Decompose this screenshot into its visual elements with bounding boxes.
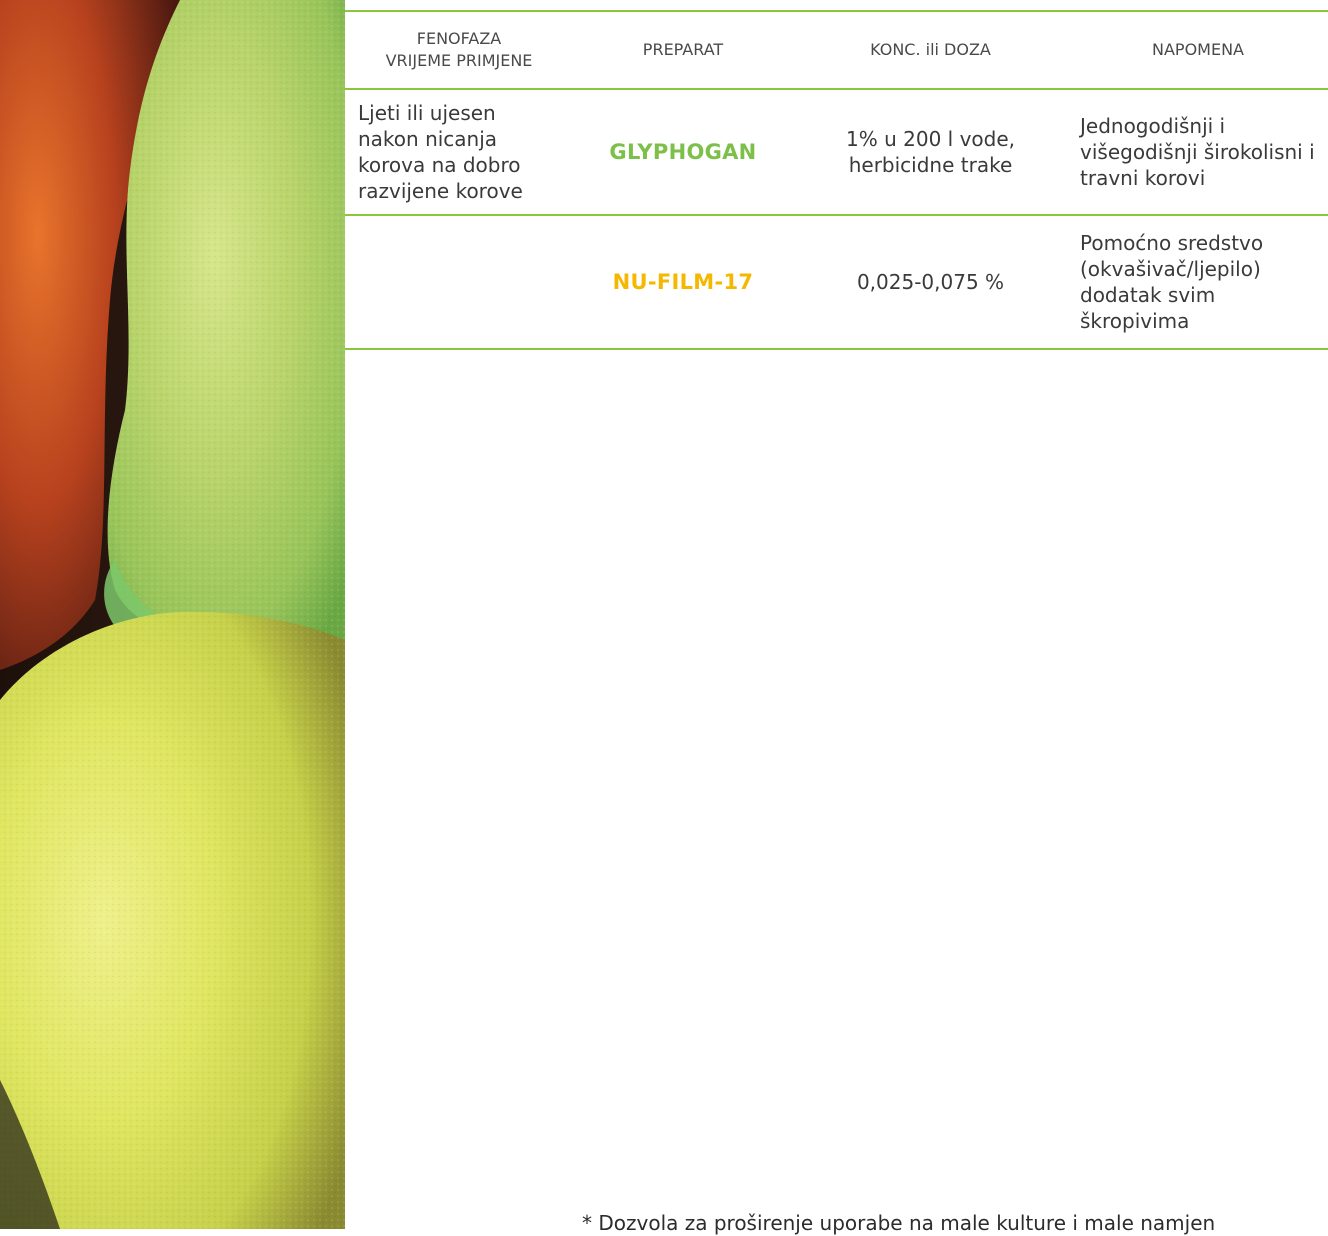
cell-product-nu-film: NU-FILM-17 bbox=[612, 270, 754, 294]
treatment-table-wrapper: FENOFAZA VRIJEME PRIMJENE PREPARAT KONC.… bbox=[345, 10, 1328, 350]
header-dose: KONC. ili DOZA bbox=[870, 40, 991, 59]
table-row: Ljeti ili ujesen nakon nicanja korova na… bbox=[345, 89, 1328, 215]
header-stage-line1: FENOFAZA bbox=[416, 29, 502, 48]
citrus-photo bbox=[0, 0, 345, 1229]
table-header-row: FENOFAZA VRIJEME PRIMJENE PREPARAT KONC.… bbox=[345, 11, 1328, 89]
table-row: NU-FILM-17 0,025-0,075 % Pomoćno sredstv… bbox=[345, 215, 1328, 349]
cell-dose: 0,025-0,075 % bbox=[856, 270, 1005, 294]
header-note: NAPOMENA bbox=[1152, 40, 1244, 59]
cell-stage bbox=[345, 215, 573, 349]
treatment-table: FENOFAZA VRIJEME PRIMJENE PREPARAT KONC.… bbox=[345, 10, 1328, 350]
cell-stage: Ljeti ili ujesen nakon nicanja korova na… bbox=[358, 101, 523, 203]
footnote: * Dozvola za proširenje uporabe na male … bbox=[582, 1211, 1216, 1235]
header-stage-line2: VRIJEME PRIMJENE bbox=[385, 51, 533, 70]
header-stage: FENOFAZA VRIJEME PRIMJENE bbox=[345, 11, 573, 89]
cell-product-glyphogan: GLYPHOGAN bbox=[609, 140, 757, 164]
cell-note: Jednogodišnji i višegodišnji širokolisni… bbox=[1080, 114, 1315, 190]
header-product: PREPARAT bbox=[642, 40, 724, 59]
cell-dose: 1% u 200 l vode, herbicidne trake bbox=[846, 127, 1015, 177]
cell-note: Pomoćno sredstvo (okvašivač/ljepilo) dod… bbox=[1080, 231, 1264, 333]
